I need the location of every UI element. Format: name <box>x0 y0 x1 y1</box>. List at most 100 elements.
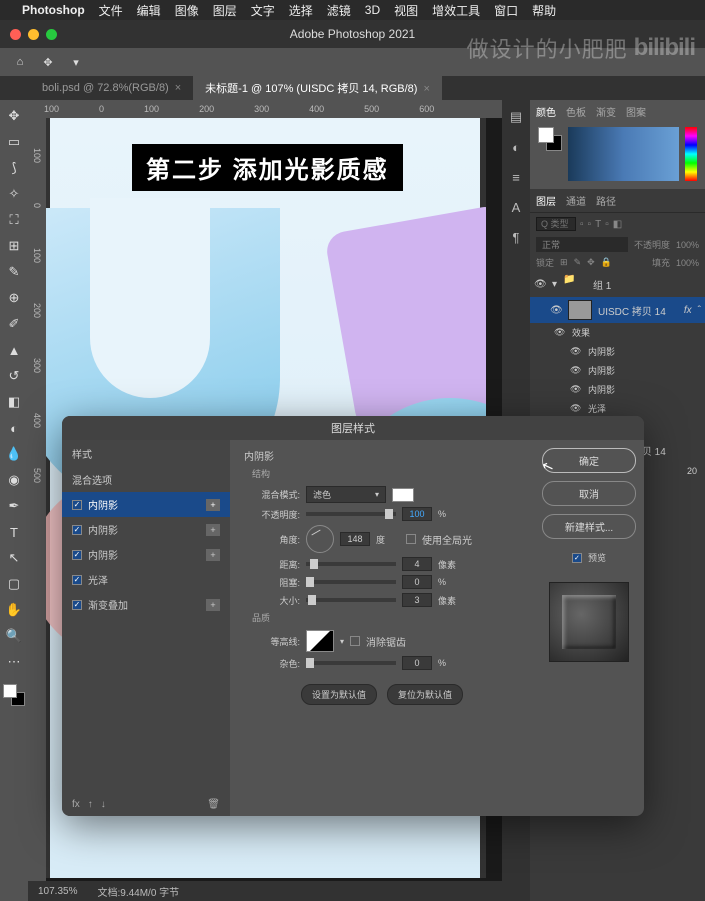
style-gradient-overlay[interactable]: ✓渐变叠加+ <box>62 592 230 617</box>
new-style-button[interactable]: 新建样式... <box>542 514 636 539</box>
up-arrow-icon[interactable]: ↑ <box>88 799 93 810</box>
maximize-window-icon[interactable] <box>46 29 57 40</box>
edit-toolbar[interactable]: ⋯ <box>2 650 26 674</box>
tab-boli[interactable]: boli.psd @ 72.8%(RGB/8)× <box>30 78 193 98</box>
effects-header[interactable]: 👁 效果 <box>530 323 705 342</box>
styles-header[interactable]: 样式 <box>62 440 230 467</box>
add-effect-icon[interactable]: + <box>206 599 220 611</box>
path-tool[interactable]: ↖ <box>2 546 26 570</box>
blend-options-item[interactable]: 混合选项 <box>62 467 230 492</box>
layer-group[interactable]: 👁 ▾ 📁 组 1 <box>530 271 705 297</box>
move-tool-icon[interactable]: ✥ <box>38 52 58 72</box>
hand-tool[interactable]: ✋ <box>2 598 26 622</box>
menu-view[interactable]: 视图 <box>394 2 418 19</box>
shadow-color-swatch[interactable] <box>392 488 414 502</box>
angle-input[interactable]: 148 <box>340 532 370 546</box>
menu-edit[interactable]: 编辑 <box>137 2 161 19</box>
lock-icon[interactable]: ⊞ <box>560 257 568 268</box>
preview-checkbox[interactable]: ✓ <box>572 553 582 563</box>
lock-icon[interactable]: ✥ <box>587 257 595 268</box>
antialias-checkbox[interactable] <box>350 636 360 646</box>
fx-item[interactable]: 👁内阴影 <box>530 361 705 380</box>
menu-plugins[interactable]: 增效工具 <box>432 2 480 19</box>
options-caret-icon[interactable]: ▾ <box>66 52 86 72</box>
style-inner-shadow-1[interactable]: ✓内阴影+ <box>62 492 230 517</box>
zoom-tool[interactable]: 🔍 <box>2 624 26 648</box>
layer-filter-input[interactable] <box>536 217 576 231</box>
distance-input[interactable]: 4 <box>402 557 432 571</box>
color-swatches[interactable] <box>3 684 25 706</box>
stamp-tool[interactable]: ▲ <box>2 338 26 362</box>
shape-tool[interactable]: ▢ <box>2 572 26 596</box>
tab-paths[interactable]: 路径 <box>596 193 616 208</box>
style-inner-shadow-3[interactable]: ✓内阴影+ <box>62 542 230 567</box>
marquee-tool[interactable]: ▭ <box>2 130 26 154</box>
type-tool[interactable]: T <box>2 520 26 544</box>
libraries-icon[interactable]: ≡ <box>505 166 527 188</box>
pen-tool[interactable]: ✒ <box>2 494 26 518</box>
add-effect-icon[interactable]: + <box>206 524 220 536</box>
trash-icon[interactable]: 🗑 <box>207 799 220 810</box>
eyedropper-tool[interactable]: ✎ <box>2 260 26 284</box>
layer-row-selected[interactable]: 👁 UISDC 拷贝 14 fx ˆ <box>530 297 705 323</box>
filter-kind-icon[interactable]: ▫ <box>605 219 609 230</box>
noise-input[interactable]: 0 <box>402 656 432 670</box>
fx-badge[interactable]: fx <box>684 305 692 316</box>
tab-patterns[interactable]: 图案 <box>626 104 646 119</box>
filter-kind-icon[interactable]: ▫ <box>588 219 592 230</box>
lasso-tool[interactable]: ⟆ <box>2 156 26 180</box>
size-slider[interactable] <box>306 598 396 602</box>
visibility-icon[interactable]: 👁 <box>550 305 562 316</box>
blend-mode-select[interactable]: 滤色 <box>306 486 386 503</box>
fx-item[interactable]: 👁内阴影 <box>530 380 705 399</box>
blur-tool[interactable]: 💧 <box>2 442 26 466</box>
opacity-value[interactable]: 100% <box>676 240 699 250</box>
blend-mode-select[interactable]: 正常 <box>536 237 628 252</box>
lock-icon[interactable]: ✎ <box>574 257 582 268</box>
eraser-tool[interactable]: ◧ <box>2 390 26 414</box>
fg-bg-swatch[interactable] <box>538 127 562 151</box>
menu-select[interactable]: 选择 <box>289 2 313 19</box>
app-menu[interactable]: Photoshop <box>22 3 85 17</box>
dodge-tool[interactable]: ◉ <box>2 468 26 492</box>
lock-icon[interactable]: 🔒 <box>601 257 612 268</box>
menu-window[interactable]: 窗口 <box>494 2 518 19</box>
brush-tool[interactable]: ✐ <box>2 312 26 336</box>
filter-kind-icon[interactable]: ▫ <box>580 219 584 230</box>
filter-toggle-icon[interactable]: ◧ <box>613 219 622 230</box>
heal-tool[interactable]: ⊕ <box>2 286 26 310</box>
fx-item[interactable]: 👁内阴影 <box>530 342 705 361</box>
close-tab-icon[interactable]: × <box>175 82 181 94</box>
frame-tool[interactable]: ⊞ <box>2 234 26 258</box>
make-default-button[interactable]: 设置为默认值 <box>301 684 377 705</box>
cancel-button[interactable]: 取消 <box>542 481 636 506</box>
hue-strip[interactable] <box>685 127 697 181</box>
style-inner-shadow-2[interactable]: ✓内阴影+ <box>62 517 230 542</box>
fill-value[interactable]: 100% <box>676 258 699 268</box>
gradient-tool[interactable]: ◐ <box>2 416 26 440</box>
history-brush-tool[interactable]: ↺ <box>2 364 26 388</box>
fx-expand-icon[interactable]: ˆ <box>698 305 701 316</box>
menu-image[interactable]: 图像 <box>175 2 199 19</box>
ok-button[interactable]: 确定 <box>542 448 636 473</box>
tab-swatches[interactable]: 色板 <box>566 104 586 119</box>
visibility-icon[interactable]: 👁 <box>554 327 566 338</box>
size-input[interactable]: 3 <box>402 593 432 607</box>
filter-kind-icon[interactable]: T <box>595 219 601 230</box>
tab-channels[interactable]: 通道 <box>566 193 586 208</box>
reset-default-button[interactable]: 复位为默认值 <box>387 684 463 705</box>
tab-untitled[interactable]: 未标题-1 @ 107% (UISDC 拷贝 14, RGB/8)× <box>193 76 442 100</box>
menu-filter[interactable]: 滤镜 <box>327 2 351 19</box>
noise-slider[interactable] <box>306 661 396 665</box>
move-tool[interactable]: ✥ <box>2 104 26 128</box>
menu-type[interactable]: 文字 <box>251 2 275 19</box>
menu-file[interactable]: 文件 <box>99 2 123 19</box>
distance-slider[interactable] <box>306 562 396 566</box>
choke-input[interactable]: 0 <box>402 575 432 589</box>
color-field[interactable] <box>568 127 679 181</box>
down-arrow-icon[interactable]: ↓ <box>101 799 106 810</box>
visibility-icon[interactable]: 👁 <box>534 279 546 290</box>
minimize-window-icon[interactable] <box>28 29 39 40</box>
menu-3d[interactable]: 3D <box>365 3 380 17</box>
character-icon[interactable]: A <box>505 196 527 218</box>
